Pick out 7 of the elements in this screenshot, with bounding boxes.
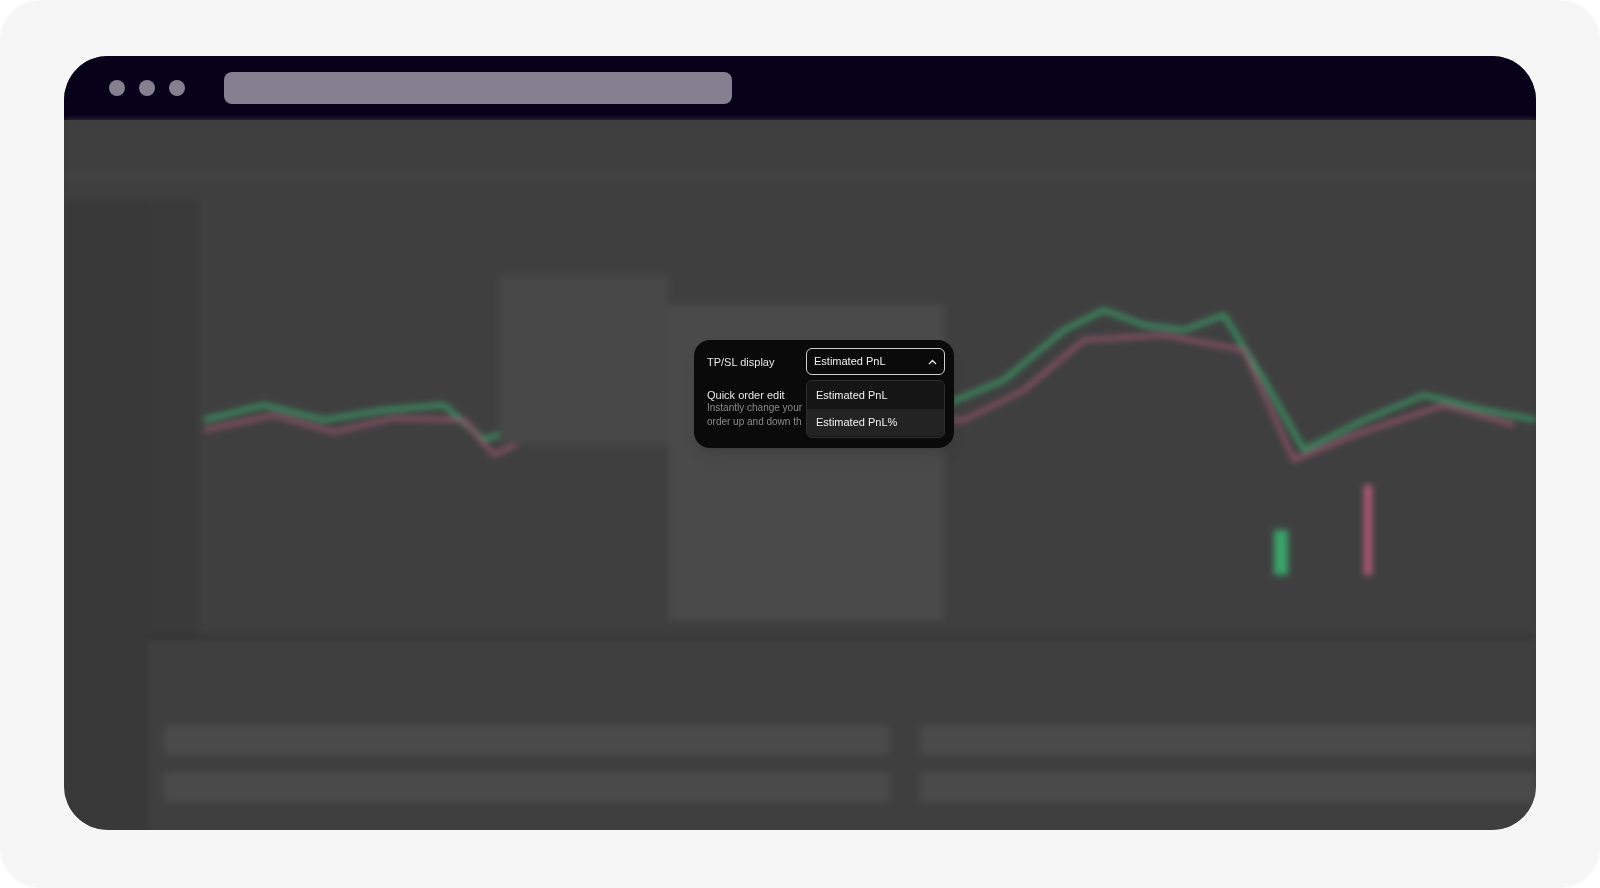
setting-description: order up and down th xyxy=(707,415,802,428)
setting-label: TP/SL display xyxy=(707,355,775,370)
setting-label: Quick order edit xyxy=(707,388,785,403)
chevron-up-icon xyxy=(928,358,937,365)
setting-description: Instantly change your xyxy=(707,401,803,414)
tpsl-display-select[interactable]: Estimated PnL xyxy=(806,348,945,375)
dropdown-option[interactable]: Estimated PnL% xyxy=(807,409,944,436)
